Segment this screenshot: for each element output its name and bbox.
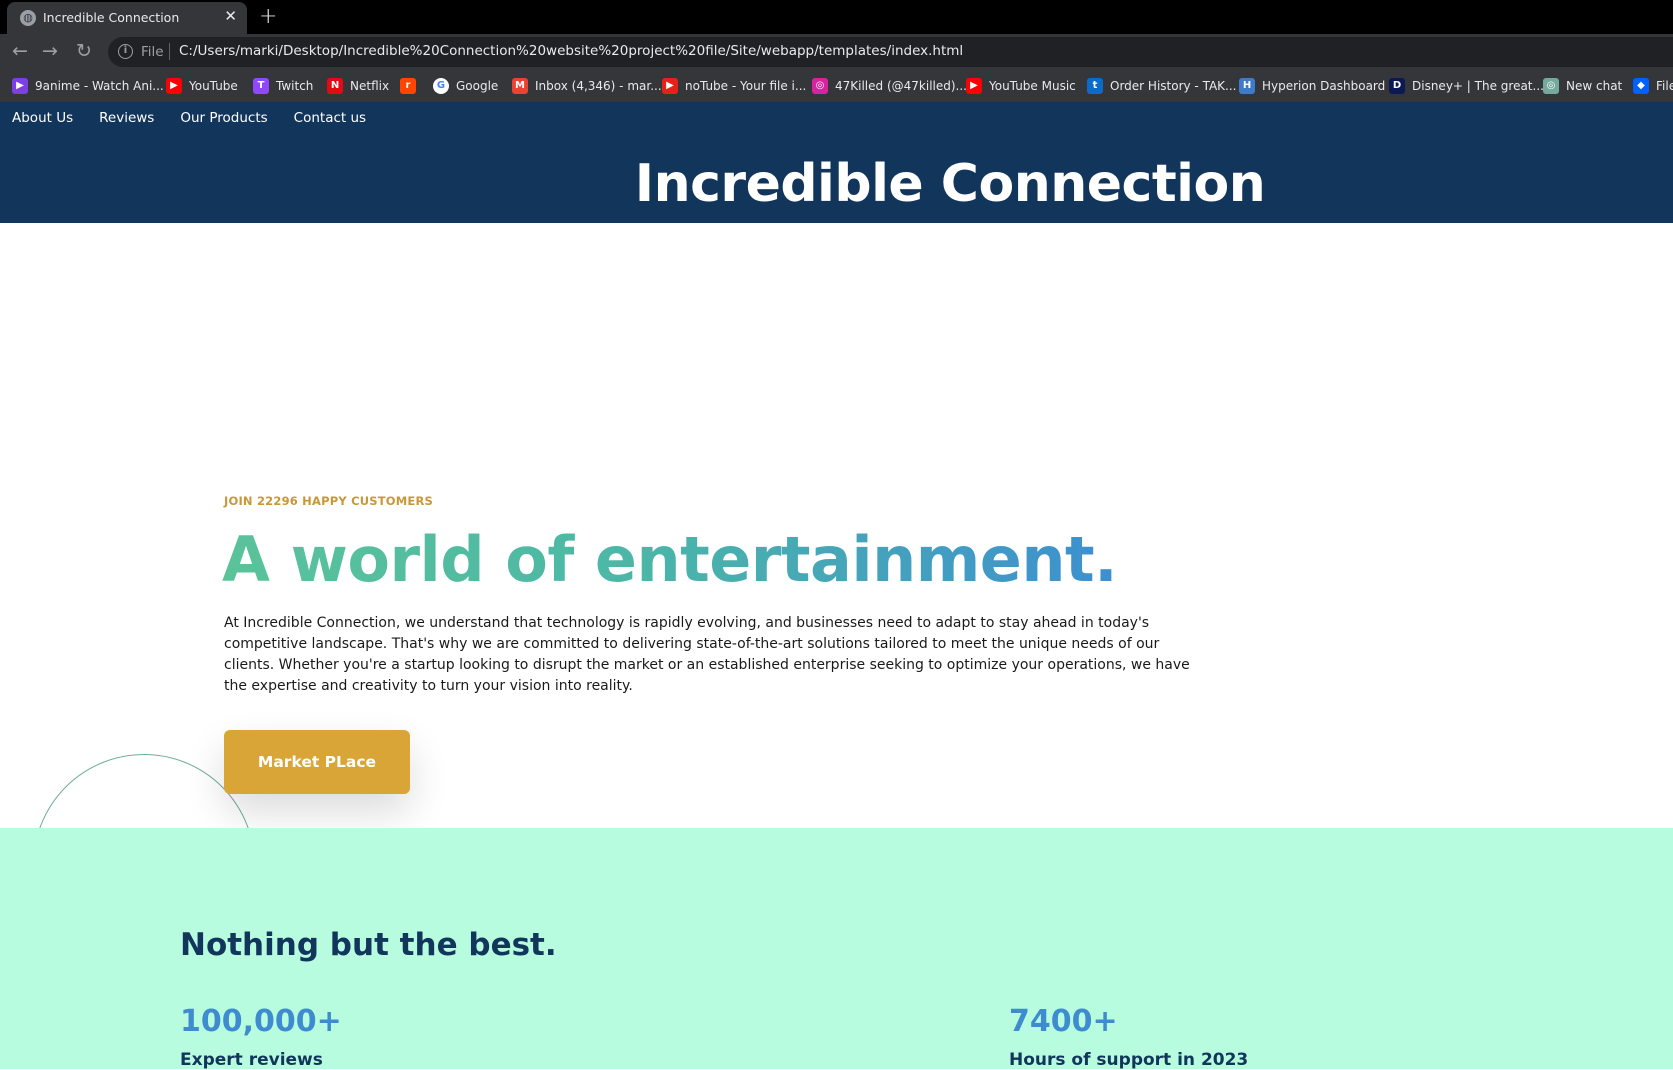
browser-tab-strip: ◍ Incredible Connection ✕ +: [0, 0, 1673, 34]
stats-section: Nothing but the best. 100,000+ Expert re…: [0, 828, 1673, 1070]
decorative-circle: [33, 754, 255, 828]
bookmark-label: Disney+ | The great...: [1412, 79, 1544, 93]
bookmark-favicon-icon: ▶: [12, 78, 28, 94]
bookmark-label: Hyperion Dashboard: [1262, 79, 1386, 93]
stat-label-reviews: Expert reviews: [180, 1050, 323, 1070]
bookmarks-bar: ▶ 9anime - Watch Ani... ▶ YouTube T Twitch N Ne…: [0, 70, 1673, 102]
bookmark-label: YouTube Music: [989, 79, 1076, 93]
bookmark-item[interactable]: ◎ 47Killed (@47killed)...: [812, 78, 967, 94]
stat-label-support: Hours of support in 2023: [1009, 1050, 1249, 1070]
stat-value-support: 7400+: [1009, 1004, 1118, 1039]
bookmark-label: 47Killed (@47killed)...: [835, 79, 967, 93]
bookmark-favicon-icon: M: [512, 78, 528, 94]
bookmark-item[interactable]: ▶ noTube - Your file i...: [662, 78, 806, 94]
browser-tab[interactable]: ◍ Incredible Connection ✕: [7, 2, 247, 34]
hero-section: JOIN 22296 HAPPY CUSTOMERS A world of en…: [0, 223, 1673, 828]
bookmark-item[interactable]: ◆ File: [1633, 78, 1673, 94]
bookmark-item[interactable]: r: [400, 78, 416, 94]
bookmark-item[interactable]: H Hyperion Dashboard: [1239, 78, 1385, 94]
bookmark-item[interactable]: T Twitch: [253, 78, 313, 94]
bookmark-item[interactable]: ◎ New chat: [1543, 78, 1622, 94]
new-tab-button[interactable]: +: [259, 4, 277, 29]
stat-value-reviews: 100,000+: [180, 1004, 342, 1039]
nav-reviews[interactable]: Reviews: [99, 110, 154, 126]
browser-toolbar: ← → ↻ i File C:/Users/marki/Desktop/Incr…: [0, 34, 1673, 70]
close-icon[interactable]: ✕: [224, 7, 237, 25]
site-nav: About Us Reviews Our Products Contact us: [12, 110, 366, 126]
bookmark-item[interactable]: ▶ 9anime - Watch Ani...: [12, 78, 164, 94]
globe-icon: ◍: [20, 10, 36, 26]
bookmark-label: Order History - TAK...: [1110, 79, 1237, 93]
bookmark-favicon-icon: r: [400, 78, 416, 94]
url-text[interactable]: C:/Users/marki/Desktop/Incredible%20Conn…: [179, 43, 963, 59]
bookmark-item[interactable]: N Netflix: [327, 78, 389, 94]
stats-title: Nothing but the best.: [180, 927, 557, 963]
bookmark-item[interactable]: ▶ YouTube: [166, 78, 238, 94]
bookmark-favicon-icon: t: [1087, 78, 1103, 94]
bookmark-favicon-icon: N: [327, 78, 343, 94]
nav-contact-us[interactable]: Contact us: [294, 110, 366, 126]
bookmark-favicon-icon: ◆: [1633, 78, 1649, 94]
bookmark-label: Twitch: [276, 79, 314, 93]
bookmark-label: New chat: [1566, 79, 1623, 93]
address-divider: [169, 43, 170, 60]
bookmark-label: 9anime - Watch Ani...: [35, 79, 164, 93]
info-icon[interactable]: i: [118, 44, 133, 59]
bookmark-favicon-icon: D: [1389, 78, 1405, 94]
bookmark-favicon-icon: ◎: [812, 78, 828, 94]
marketplace-button[interactable]: Market PLace: [224, 730, 410, 794]
nav-about-us[interactable]: About Us: [12, 110, 73, 126]
bookmark-label: Google: [456, 79, 499, 93]
nav-our-products[interactable]: Our Products: [180, 110, 267, 126]
bookmark-favicon-icon: T: [253, 78, 269, 94]
bookmark-favicon-icon: ▶: [966, 78, 982, 94]
bookmark-label: YouTube: [189, 79, 238, 93]
bookmark-item[interactable]: D Disney+ | The great...: [1389, 78, 1544, 94]
bookmark-favicon-icon: ▶: [166, 78, 182, 94]
address-bar[interactable]: i File C:/Users/marki/Desktop/Incredible…: [108, 37, 1673, 67]
site-header: About Us Reviews Our Products Contact us…: [0, 102, 1673, 223]
customer-count-eyebrow: JOIN 22296 HAPPY CUSTOMERS: [224, 494, 434, 508]
bookmark-label: File: [1656, 79, 1673, 93]
back-arrow-icon[interactable]: ←: [12, 40, 28, 62]
bookmark-item[interactable]: ▶ YouTube Music: [966, 78, 1076, 94]
site-title: Incredible Connection: [634, 154, 1266, 214]
bookmark-item[interactable]: t Order History - TAK...: [1087, 78, 1237, 94]
reload-icon[interactable]: ↻: [76, 40, 92, 62]
bookmark-label: Inbox (4,346) - mar...: [535, 79, 662, 93]
hero-intro-text: At Incredible Connection, we understand …: [224, 615, 1190, 694]
scheme-label: File: [141, 44, 164, 60]
bookmark-favicon-icon: G: [433, 78, 449, 94]
bookmark-favicon-icon: ▶: [662, 78, 678, 94]
bookmark-item[interactable]: M Inbox (4,346) - mar...: [512, 78, 662, 94]
forward-arrow-icon[interactable]: →: [42, 40, 58, 62]
bookmark-label: Netflix: [350, 79, 390, 93]
bookmark-label: noTube - Your file i...: [685, 79, 807, 93]
hero-headline: A world of entertainment.: [222, 523, 1118, 596]
bookmark-favicon-icon: H: [1239, 78, 1255, 94]
bookmark-favicon-icon: ◎: [1543, 78, 1559, 94]
bookmark-item[interactable]: G Google: [433, 78, 498, 94]
tab-title: Incredible Connection: [43, 10, 180, 25]
